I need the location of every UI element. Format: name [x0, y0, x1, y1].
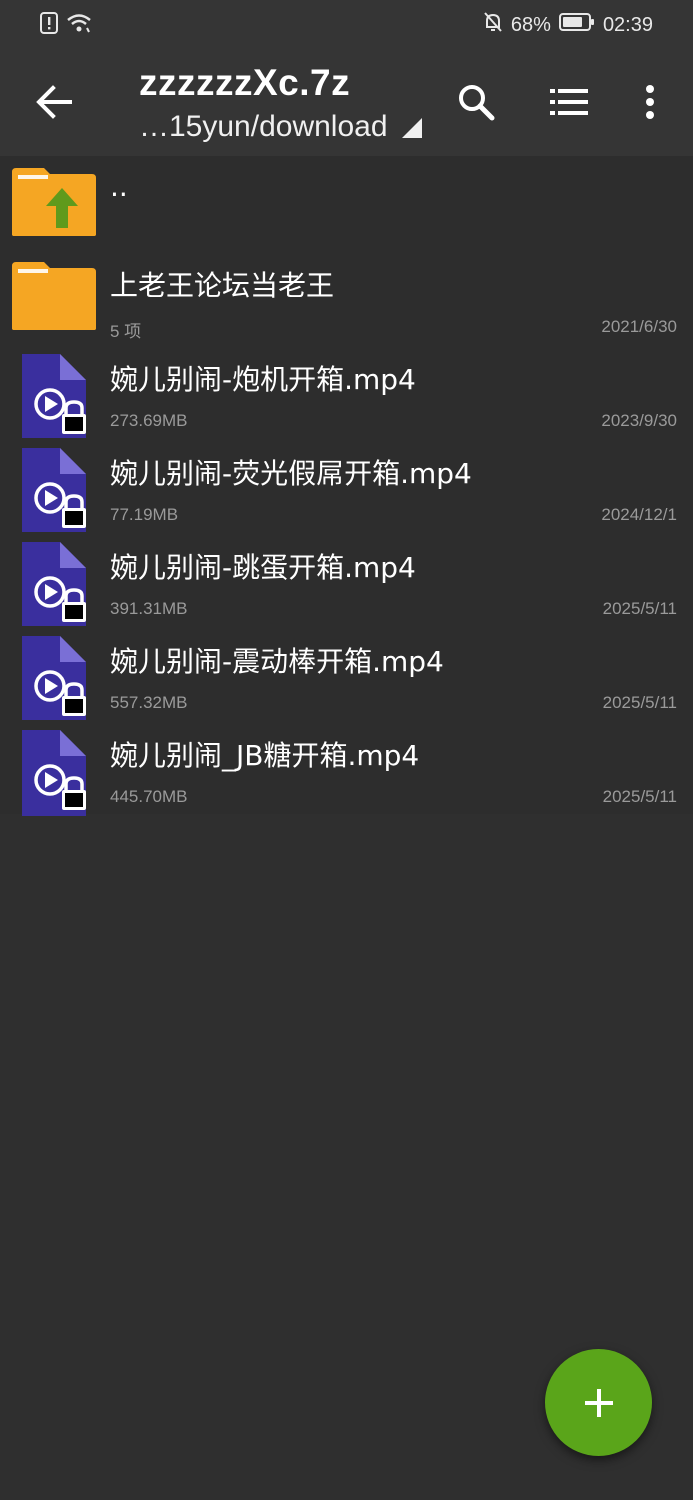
add-fab-button[interactable]	[545, 1349, 652, 1456]
folder-up-icon	[10, 166, 98, 242]
file-row[interactable]: 婉儿别闹-荧光假屌开箱.mp4 77.19MB 2024/12/1	[0, 438, 693, 534]
status-right: 68% 02:39	[483, 11, 653, 39]
parent-directory-row[interactable]: ..	[0, 156, 693, 250]
clock: 02:39	[602, 13, 653, 36]
battery-icon	[558, 12, 595, 38]
folder-date: 2021/6/30	[601, 317, 677, 336]
bell-off-icon	[483, 11, 503, 39]
list-view-button[interactable]	[543, 76, 595, 128]
plus-icon	[584, 1388, 613, 1417]
file-size: 445.70MB	[110, 787, 188, 806]
folder-item-count: 5 项	[110, 322, 142, 341]
dropdown-triangle-icon	[401, 118, 422, 138]
search-button[interactable]	[450, 76, 502, 128]
list-view-icon	[550, 89, 588, 115]
locked-video-file-icon	[10, 448, 98, 540]
file-name: 婉儿别闹_JB糖开箱.mp4	[110, 739, 420, 772]
file-size: 77.19MB	[110, 505, 179, 524]
status-bar: 68% 02:39	[0, 0, 693, 48]
more-vert-icon	[646, 85, 654, 119]
folder-icon	[10, 260, 98, 336]
status-left	[40, 12, 92, 38]
back-button[interactable]	[26, 76, 82, 128]
locked-video-file-icon	[10, 354, 98, 446]
battery-text: 68%	[510, 13, 551, 36]
path-label: …15yun/download	[139, 110, 388, 143]
archive-title: zzzzzzXc.7z	[139, 62, 351, 103]
search-icon	[459, 85, 495, 121]
locked-video-file-icon	[10, 542, 98, 634]
file-row[interactable]: 婉儿别闹-跳蛋开箱.mp4 391.31MB 2025/5/11	[0, 532, 693, 628]
locked-video-file-icon	[10, 730, 98, 822]
file-date: 2025/5/11	[602, 599, 677, 618]
wifi-icon	[66, 12, 92, 38]
parent-directory-label: ..	[110, 170, 128, 203]
file-size: 557.32MB	[110, 693, 188, 712]
file-name: 婉儿别闹-震动棒开箱.mp4	[110, 645, 444, 678]
path-dropdown[interactable]: …15yun/download	[139, 110, 422, 144]
file-name: 婉儿别闹-荧光假屌开箱.mp4	[110, 457, 472, 490]
folder-row[interactable]: 上老王论坛当老王 5 项 2021/6/30	[0, 250, 693, 344]
folder-name: 上老王论坛当老王	[110, 269, 335, 302]
file-row[interactable]: 婉儿别闹-炮机开箱.mp4 273.69MB 2023/9/30	[0, 344, 693, 440]
file-list: .. 上老王论坛当老王 5 项 2021/6/30 婉儿别闹-炮机开箱.mp4 …	[0, 156, 693, 816]
app-bar: zzzzzzXc.7z …15yun/download	[0, 48, 693, 156]
locked-video-file-icon	[10, 636, 98, 728]
more-options-button[interactable]	[624, 76, 676, 128]
file-date: 2024/12/1	[601, 505, 677, 524]
back-arrow-icon	[36, 85, 72, 119]
file-size: 391.31MB	[110, 599, 188, 618]
file-date: 2025/5/11	[602, 787, 677, 806]
file-row[interactable]: 婉儿别闹_JB糖开箱.mp4 445.70MB 2025/5/11	[0, 720, 693, 816]
alert-icon	[40, 12, 58, 38]
file-date: 2025/5/11	[602, 693, 677, 712]
file-name: 婉儿别闹-跳蛋开箱.mp4	[110, 551, 416, 584]
file-row[interactable]: 婉儿别闹-震动棒开箱.mp4 557.32MB 2025/5/11	[0, 626, 693, 722]
file-date: 2023/9/30	[601, 411, 677, 430]
file-name: 婉儿别闹-炮机开箱.mp4	[110, 363, 416, 396]
file-size: 273.69MB	[110, 411, 188, 430]
